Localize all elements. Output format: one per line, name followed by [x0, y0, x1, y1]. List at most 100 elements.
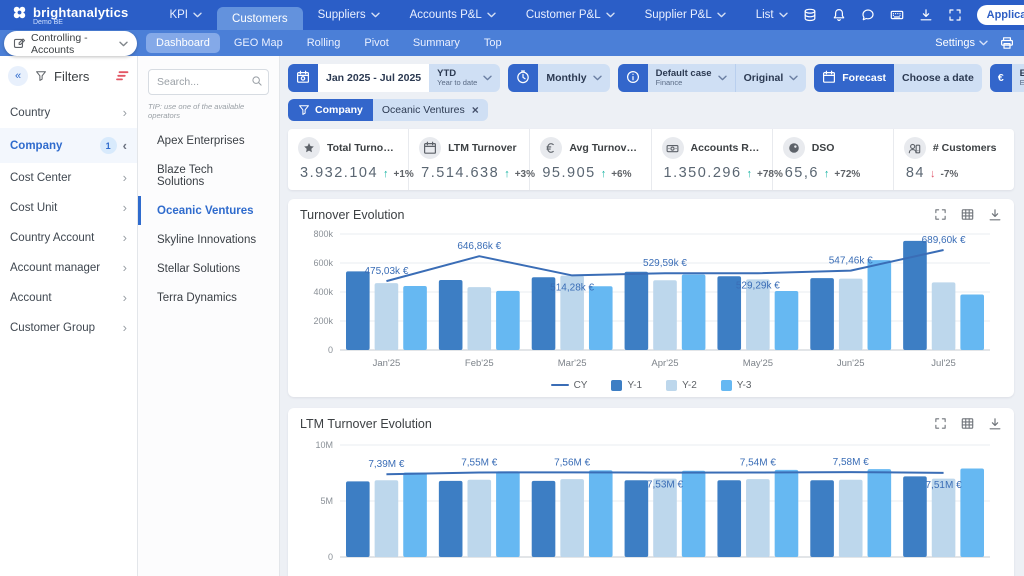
date-range-value[interactable]: Jan 2025 - Jul 2025	[318, 64, 429, 92]
company-item-blaze-tech-solutions[interactable]: Blaze Tech Solutions	[138, 155, 269, 196]
forecast-button[interactable]: Forecast	[814, 64, 894, 92]
nav-item-accounts-p-l[interactable]: Accounts P&L	[395, 0, 511, 30]
period-icon-button[interactable]	[508, 64, 538, 92]
svg-text:Jan'25: Jan'25	[373, 358, 401, 369]
filter-item-country-account[interactable]: Country Account›	[0, 223, 137, 253]
nav-item-label: List	[756, 9, 774, 21]
svg-text:May'25: May'25	[743, 358, 773, 369]
date-range-control: Jan 2025 - Jul 2025 YTDYear to date	[288, 64, 500, 92]
table-icon[interactable]	[961, 208, 974, 222]
tab-geo-map[interactable]: GEO Map	[224, 33, 293, 53]
tab-dashboard[interactable]: Dashboard	[146, 33, 220, 53]
settings-menu[interactable]: Settings	[935, 37, 988, 49]
remove-filter-icon[interactable]: ×	[472, 105, 479, 115]
up-arrow-icon: ↑	[504, 168, 510, 180]
notifications-icon[interactable]	[832, 8, 846, 22]
svg-text:400k: 400k	[313, 287, 333, 297]
svg-text:Jun'25: Jun'25	[837, 358, 865, 369]
legend-swatch	[666, 380, 677, 391]
period-dropdown[interactable]: Monthly	[538, 64, 609, 92]
application-selector[interactable]: Application	[977, 5, 1024, 25]
kpi-value: 3.932.104	[300, 165, 378, 181]
legend-swatch	[611, 380, 622, 391]
company-item-skyline-innovations[interactable]: Skyline Innovations	[138, 225, 269, 254]
filter-chip-value[interactable]: Oceanic Ventures ×	[373, 99, 488, 121]
kpi-header: Accounts Receiv...	[662, 137, 762, 159]
filter-item-country[interactable]: Country›	[0, 98, 137, 128]
nav-item-supplier-p-l[interactable]: Supplier P&L	[630, 0, 741, 30]
tab-top[interactable]: Top	[474, 33, 512, 53]
nav-item-list[interactable]: List	[741, 0, 803, 30]
download-icon[interactable]	[988, 417, 1002, 431]
nav-item-suppliers[interactable]: Suppliers	[303, 0, 395, 30]
ytd-dropdown[interactable]: YTDYear to date	[429, 64, 500, 92]
collapse-sidebar-button[interactable]: «	[8, 66, 28, 86]
clear-filters-icon[interactable]	[115, 70, 129, 82]
filter-item-label: Account manager	[10, 262, 100, 274]
legend-item-y-1[interactable]: Y-1	[611, 380, 642, 391]
tab-summary[interactable]: Summary	[403, 33, 470, 53]
nav-item-customer-p-l[interactable]: Customer P&L	[511, 0, 630, 30]
company-item-terra-dynamics[interactable]: Terra Dynamics	[138, 283, 269, 312]
print-icon[interactable]	[1000, 36, 1014, 50]
legend-line-swatch	[551, 384, 569, 386]
euro-icon	[540, 137, 562, 159]
filter-item-account-manager[interactable]: Account manager›	[0, 253, 137, 283]
keyboard-icon[interactable]	[890, 8, 904, 22]
legend-item-cy[interactable]: CY	[551, 380, 588, 391]
tab-rolling[interactable]: Rolling	[297, 33, 351, 53]
filter-item-account[interactable]: Account›	[0, 283, 137, 313]
kpi-card-customers: # Customers 84 ↓ -7%	[894, 129, 1014, 190]
filter-item-cost-unit[interactable]: Cost Unit›	[0, 193, 137, 223]
case-dropdown[interactable]: Default caseFinance	[648, 64, 735, 92]
version-dropdown[interactable]: Original	[736, 64, 807, 92]
company-item-oceanic-ventures[interactable]: Oceanic Ventures	[138, 196, 269, 225]
view-selector[interactable]: Controlling - Accounts	[4, 31, 137, 56]
currency-icon-button[interactable]: €	[990, 64, 1012, 92]
chevron-down-icon	[193, 12, 202, 18]
settings-label: Settings	[935, 37, 975, 49]
kpi-header: Total Turnover	[298, 137, 398, 159]
fullscreen-icon[interactable]	[948, 8, 962, 22]
database-icon[interactable]	[803, 8, 817, 22]
nav-item-kpi[interactable]: KPI	[154, 0, 217, 30]
choose-date-button[interactable]: Choose a date	[894, 64, 982, 92]
chevron-down-icon	[371, 12, 380, 18]
filter-item-customer-group[interactable]: Customer Group›	[0, 313, 137, 343]
chart-actions	[934, 208, 1002, 222]
kpi-card-ltm-turnover: LTM Turnover 7.514.638 ↑ +3%	[409, 129, 530, 190]
filter-item-cost-center[interactable]: Cost Center›	[0, 163, 137, 193]
kpi-label: # Customers	[933, 142, 997, 154]
logo[interactable]: brightanalytics Demo BE	[12, 5, 128, 26]
chevron-right-icon: ›	[123, 203, 127, 213]
kpi-value-row: 7.514.638 ↑ +3%	[419, 165, 519, 181]
nav-item-customers[interactable]: Customers	[217, 7, 303, 30]
svg-text:646,86k €: 646,86k €	[457, 241, 501, 252]
calendar-picker-button[interactable]	[288, 64, 318, 92]
expand-icon[interactable]	[934, 208, 947, 222]
download-icon[interactable]	[919, 8, 933, 22]
svg-text:Feb'25: Feb'25	[465, 358, 494, 369]
kpi-value-row: 84 ↓ -7%	[904, 165, 1004, 181]
kpi-value-row: 95.905 ↑ +6%	[540, 165, 640, 181]
table-icon[interactable]	[961, 417, 974, 431]
svg-text:689,60k €: 689,60k €	[922, 235, 966, 246]
legend-item-y-3[interactable]: Y-3	[721, 380, 752, 391]
app-root: brightanalytics Demo BE KPICustomersSupp…	[0, 0, 1024, 576]
chat-icon[interactable]	[861, 8, 875, 22]
chart-actions	[934, 417, 1002, 431]
filter-chip-dimension[interactable]: Company	[288, 99, 373, 121]
version-value: Original	[744, 72, 784, 84]
company-item-stellar-solutions[interactable]: Stellar Solutions	[138, 254, 269, 283]
chevron-right-icon: ›	[123, 108, 127, 118]
kpi-value: 65,6	[785, 165, 819, 181]
tab-pivot[interactable]: Pivot	[354, 33, 398, 53]
filter-count-badge: 1	[100, 137, 117, 154]
expand-icon[interactable]	[934, 417, 947, 431]
download-icon[interactable]	[988, 208, 1002, 222]
legend-item-y-2[interactable]: Y-2	[666, 380, 697, 391]
currency-dropdown[interactable]: EUREuro	[1012, 64, 1024, 92]
company-item-apex-enterprises[interactable]: Apex Enterprises	[138, 126, 269, 155]
filter-item-company[interactable]: Company1‹	[0, 128, 137, 163]
case-icon-button[interactable]	[618, 64, 648, 92]
